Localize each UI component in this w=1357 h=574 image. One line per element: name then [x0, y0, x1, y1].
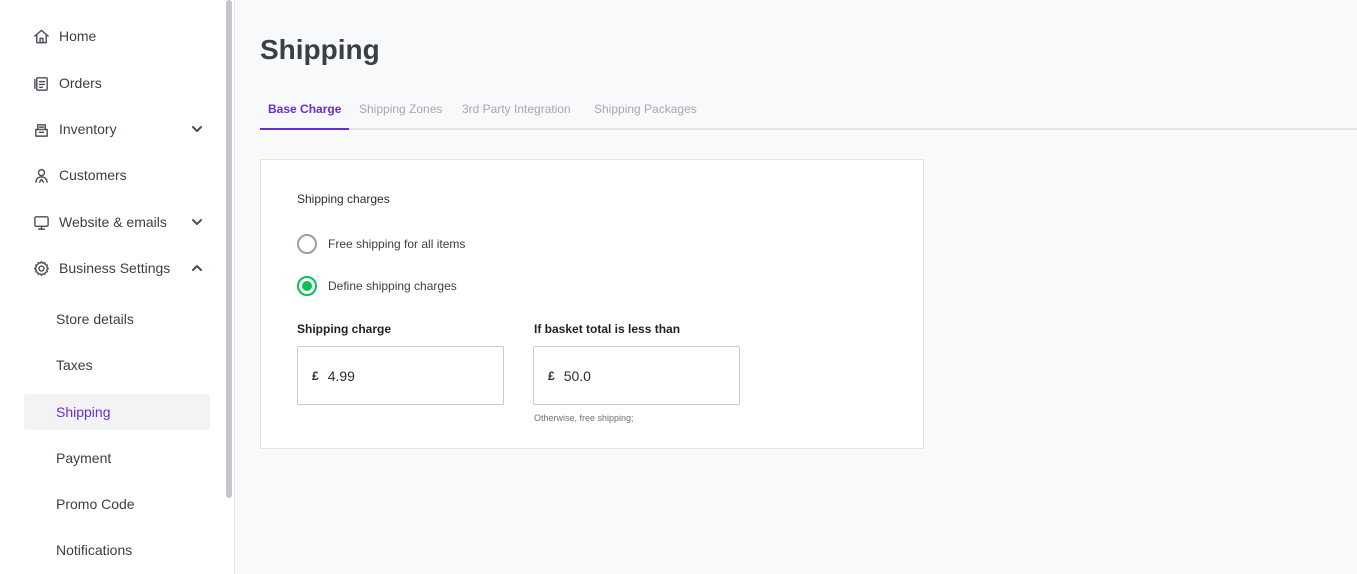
free-shipping-hint: Otherwise, free shipping; [534, 413, 634, 423]
sidebar-item-orders[interactable]: Orders [24, 65, 210, 101]
sidebar-item-label: Business Settings [59, 260, 171, 276]
tab-3rd-party-integration[interactable]: 3rd Party Integration [462, 102, 571, 130]
section-label: Shipping charges [297, 192, 390, 206]
currency-symbol: £ [548, 368, 555, 383]
sidebar-subitem-promo-code[interactable]: Promo Code [24, 486, 210, 522]
sidebar-item-business-settings[interactable]: Business Settings [24, 250, 210, 286]
sidebar-scrollbar[interactable] [226, 0, 232, 498]
sidebar-subitem-taxes[interactable]: Taxes [24, 347, 210, 383]
sidebar-item-label: Customers [59, 167, 127, 183]
basket-threshold-input[interactable]: £ 50.0 [533, 346, 740, 405]
define-shipping-option[interactable]: Define shipping charges [297, 276, 457, 296]
sidebar-item-label: Home [59, 28, 97, 44]
sidebar-item-home[interactable]: Home [24, 18, 210, 54]
shipping-charges-card: Shipping charges Free shipping for all i… [260, 159, 924, 449]
sidebar-item-website-emails[interactable]: Website & emails [24, 204, 210, 240]
currency-symbol: £ [312, 368, 319, 383]
sidebar-item-label: Website & emails [59, 214, 167, 230]
sidebar-subitem-payment[interactable]: Payment [24, 440, 210, 476]
shipping-charge-label: Shipping charge [297, 322, 392, 336]
chevron-up-icon[interactable] [190, 261, 204, 275]
sidebar-item-customers[interactable]: Customers [24, 157, 210, 193]
sidebar-subitem-store-details[interactable]: Store details [24, 301, 210, 337]
option-label: Free shipping for all items [328, 237, 466, 251]
shipping-charge-input[interactable]: £ 4.99 [297, 346, 504, 405]
customers-icon [32, 166, 50, 184]
sidebar-subitem-shipping[interactable]: Shipping [24, 394, 210, 430]
radio-button[interactable] [297, 234, 317, 254]
orders-icon [32, 74, 50, 92]
chevron-down-icon[interactable] [190, 122, 204, 136]
input-value: 4.99 [327, 367, 355, 384]
tab-base-charge[interactable]: Base Charge [260, 102, 350, 130]
tab-shipping-zones[interactable]: Shipping Zones [359, 102, 442, 130]
tab-bar: Base Charge Shipping Zones 3rd Party Int… [260, 100, 1357, 130]
page-title: Shipping [260, 34, 380, 65]
home-icon [32, 27, 50, 45]
input-value: 50.0 [563, 367, 591, 384]
monitor-icon [32, 213, 50, 231]
gear-icon [32, 259, 50, 277]
free-shipping-option[interactable]: Free shipping for all items [297, 234, 465, 254]
tab-shipping-packages[interactable]: Shipping Packages [594, 102, 697, 130]
sidebar-subitem-notifications[interactable]: Notifications [24, 532, 210, 568]
basket-threshold-label: If basket total is less than [534, 322, 681, 336]
option-label: Define shipping charges [328, 279, 457, 293]
sidebar-item-inventory[interactable]: Inventory [24, 111, 210, 147]
sidebar-item-label: Orders [59, 75, 102, 91]
sidebar-item-label: Inventory [59, 121, 117, 137]
inventory-icon [32, 120, 50, 138]
sidebar: Home Orders Inventory Customers Website … [0, 0, 235, 574]
radio-button-selected[interactable] [297, 276, 317, 296]
chevron-down-icon[interactable] [190, 215, 204, 229]
